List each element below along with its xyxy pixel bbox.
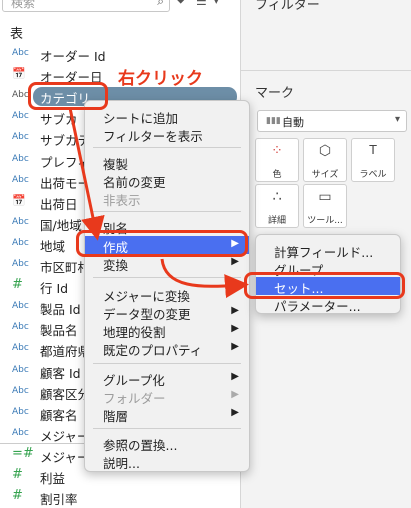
- annotation-arrows: [68, 107, 249, 299]
- arrow-to-create: [68, 107, 105, 241]
- arrow-to-set: [160, 258, 249, 299]
